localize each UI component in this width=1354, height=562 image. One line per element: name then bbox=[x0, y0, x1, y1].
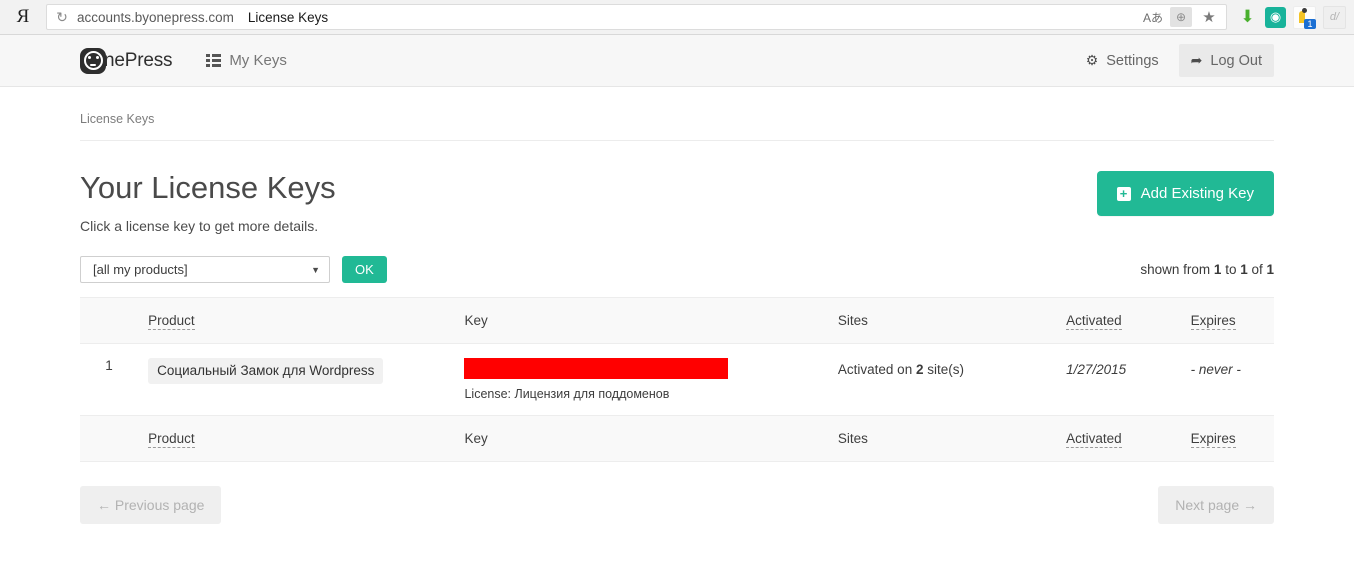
redacted-key-bar[interactable] bbox=[464, 358, 729, 380]
reload-icon[interactable]: ↻ bbox=[51, 6, 73, 28]
person-head bbox=[1302, 7, 1307, 13]
row-number: 1 bbox=[105, 358, 113, 374]
header-num bbox=[80, 297, 139, 344]
page-title-block: Your License Keys Click a license key to… bbox=[80, 170, 336, 235]
footer-key-label: Key bbox=[464, 431, 488, 447]
header-key: Key bbox=[454, 297, 828, 344]
url-text: accounts.byonepress.com bbox=[77, 9, 234, 25]
dictionary-icon[interactable]: d/ bbox=[1323, 5, 1346, 29]
footer-sites: Sites bbox=[827, 415, 1057, 462]
table-foot: Product Key Sites Activated Expires bbox=[80, 415, 1274, 462]
add-existing-key-button[interactable]: + Add Existing Key bbox=[1096, 171, 1274, 216]
yandex-logo-icon: Я bbox=[16, 6, 30, 27]
table-row[interactable]: 1 Социальный Замок для Wordpress License… bbox=[80, 344, 1274, 416]
logout-label: Log Out bbox=[1210, 52, 1262, 69]
page-title: Your License Keys bbox=[80, 170, 336, 205]
browser-chrome: Я ↻ accounts.byonepress.com License Keys… bbox=[0, 0, 1354, 35]
footer-activated-label: Activated bbox=[1066, 431, 1122, 449]
page-header: Your License Keys Click a license key to… bbox=[80, 141, 1274, 234]
nav-item-my-keys-label: My Keys bbox=[229, 52, 287, 69]
main-content: License Keys Your License Keys Click a l… bbox=[0, 87, 1354, 525]
list-icon bbox=[206, 54, 222, 67]
footer-key: Key bbox=[454, 415, 828, 462]
brand-name: nePress bbox=[104, 49, 173, 71]
row-activated-date: 1/27/2015 bbox=[1066, 362, 1127, 378]
sign-out-icon: ➦ bbox=[1190, 52, 1203, 68]
footer-num bbox=[80, 415, 139, 462]
nav-item-my-keys[interactable]: My Keys bbox=[206, 52, 287, 69]
logout-button[interactable]: ➦ Log Out bbox=[1178, 44, 1274, 77]
add-existing-key-label: Add Existing Key bbox=[1140, 185, 1254, 202]
gear-icon: ⚙ bbox=[1085, 52, 1099, 68]
bookmark-star-icon[interactable]: ★ bbox=[1198, 7, 1220, 27]
row-expires: - never - bbox=[1190, 362, 1241, 378]
header-activated-label: Activated bbox=[1066, 313, 1122, 331]
table-footer-row: Product Key Sites Activated Expires bbox=[80, 415, 1274, 462]
brand-logo-link[interactable]: nePress bbox=[80, 47, 173, 74]
footer-expires-label: Expires bbox=[1190, 431, 1236, 449]
translate-icon[interactable]: Aあ bbox=[1142, 7, 1164, 27]
omnibox-actions: Aあ ⊕ ★ bbox=[1142, 7, 1222, 27]
table-head: Product Key Sites Activated Expires bbox=[80, 297, 1274, 344]
plus-square-icon: + bbox=[1116, 186, 1131, 201]
browser-page-title: License Keys bbox=[247, 9, 329, 25]
password-manager-icon[interactable]: 1 bbox=[1293, 5, 1316, 29]
shown-suffix: of bbox=[1247, 262, 1267, 278]
row-product: Социальный Замок для Wordpress bbox=[138, 344, 454, 416]
settings-label: Settings bbox=[1106, 52, 1159, 69]
shown-total-value: 1 bbox=[1266, 262, 1274, 278]
next-page-button[interactable]: Next page → bbox=[1158, 486, 1274, 525]
header-expires[interactable]: Expires bbox=[1180, 297, 1274, 344]
header-key-label: Key bbox=[464, 313, 488, 329]
filter-ok-button[interactable]: OK bbox=[342, 256, 387, 284]
row-key: License: Лицензия для поддоменов bbox=[454, 344, 827, 416]
product-filter-value: [all my products] bbox=[93, 262, 188, 278]
download-arrow-icon[interactable]: ⬇ bbox=[1237, 7, 1258, 28]
header-product[interactable]: Product bbox=[138, 297, 455, 344]
onepress-logo-icon bbox=[80, 47, 106, 74]
results-count: shown from 1 to 1 of 1 bbox=[1140, 262, 1274, 277]
sites-suffix: site(s) bbox=[923, 362, 964, 378]
footer-product[interactable]: Product bbox=[138, 415, 455, 462]
table-body: 1 Социальный Замок для Wordpress License… bbox=[80, 344, 1274, 416]
header-sites-label: Sites bbox=[837, 313, 868, 329]
previous-page-button[interactable]: ← Previous page bbox=[80, 486, 222, 525]
header-expires-label: Expires bbox=[1190, 313, 1236, 331]
sites-prefix: Activated on bbox=[837, 362, 916, 378]
shown-to-value: 1 bbox=[1240, 262, 1248, 278]
settings-link[interactable]: ⚙ Settings bbox=[1074, 44, 1171, 77]
shown-mid: to bbox=[1221, 262, 1241, 278]
chevron-down-icon: ▼ bbox=[311, 264, 320, 275]
header-activated[interactable]: Activated bbox=[1056, 297, 1181, 344]
address-bar[interactable]: ↻ accounts.byonepress.com License Keys A… bbox=[46, 4, 1227, 30]
shown-prefix: shown from bbox=[1140, 262, 1214, 278]
header-actions: ⚙ Settings ➦ Log Out bbox=[1074, 44, 1274, 77]
logo-ring bbox=[83, 51, 103, 70]
footer-expires[interactable]: Expires bbox=[1180, 415, 1274, 462]
filter-row: [all my products] ▼ OK shown from 1 to 1… bbox=[80, 256, 1274, 284]
product-name-pill[interactable]: Социальный Замок для Wordpress bbox=[148, 358, 384, 385]
header-product-label: Product bbox=[148, 313, 195, 331]
footer-sites-label: Sites bbox=[837, 431, 868, 447]
license-type-label: License: Лицензия для поддоменов bbox=[464, 387, 670, 402]
product-filter-select[interactable]: [all my products] ▼ bbox=[80, 256, 330, 284]
table-header-row: Product Key Sites Activated Expires bbox=[80, 297, 1274, 344]
site-header: nePress My Keys ⚙ Settings ➦ Log Out bbox=[0, 35, 1354, 87]
pagination: ← Previous page Next page → bbox=[80, 486, 1274, 525]
header-sites: Sites bbox=[827, 297, 1057, 344]
extension-badge: 1 bbox=[1304, 18, 1316, 29]
puzzle-icon[interactable]: ⊕ bbox=[1170, 7, 1192, 27]
row-sites: Activated on 2 site(s) bbox=[828, 344, 1056, 416]
footer-activated[interactable]: Activated bbox=[1056, 415, 1181, 462]
extension-toolbar: ⬇ ◉ 1 d/ bbox=[1235, 5, 1354, 29]
breadcrumb[interactable]: License Keys bbox=[80, 87, 1274, 141]
license-keys-table: Product Key Sites Activated Expires 1 Со… bbox=[80, 297, 1274, 462]
footer-product-label: Product bbox=[148, 431, 195, 449]
adguard-icon[interactable]: ◉ bbox=[1265, 6, 1286, 28]
page-subtitle: Click a license key to get more details. bbox=[80, 218, 319, 235]
